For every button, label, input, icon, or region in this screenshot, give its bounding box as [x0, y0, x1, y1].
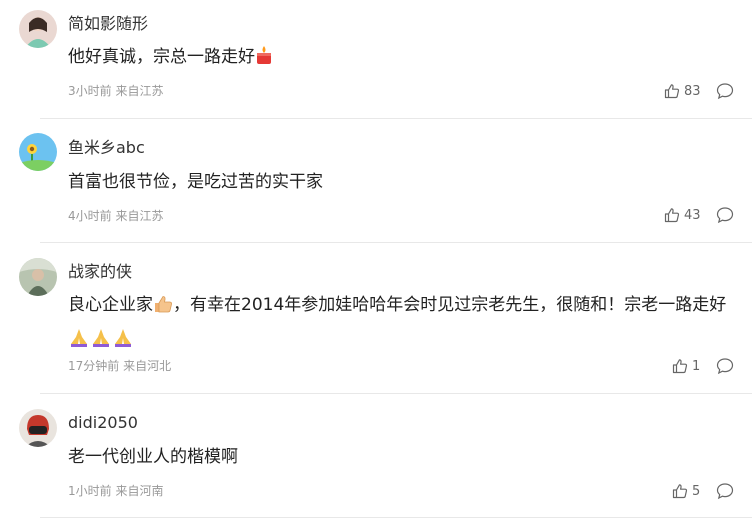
thumbs-up-icon: [664, 84, 680, 99]
thumbs-up-emoji: [153, 293, 173, 324]
comment-meta: 17分钟前 来自河北: [68, 359, 172, 373]
username[interactable]: didi2050: [68, 413, 138, 433]
reply-icon[interactable]: [716, 206, 734, 224]
pray-emoji: [112, 327, 134, 358]
reply-icon[interactable]: [716, 357, 734, 375]
like-count: 1: [692, 358, 701, 374]
like-count: 5: [692, 483, 701, 499]
thumbs-up-icon: [672, 359, 688, 374]
pray-emoji: [90, 327, 112, 358]
comment-text: 老一代创业人的楷模啊: [68, 447, 238, 467]
comment-item: 战家的侠 良心企业家 ，有幸在2014年参加娃哈哈年会时见过宗老先生，很随和！宗老…: [0, 243, 752, 393]
username[interactable]: 战家的侠: [68, 262, 132, 282]
like-button[interactable]: 83: [664, 82, 701, 100]
divider: [40, 517, 752, 518]
pray-emoji: [68, 327, 90, 358]
avatar[interactable]: [19, 409, 57, 447]
comment-item: didi2050 老一代创业人的楷模啊 1小时前 来自河南 5: [0, 394, 752, 519]
comment-meta: 1小时前 来自河南: [68, 484, 164, 498]
avatar[interactable]: [19, 133, 57, 171]
comment-text-part1: 良心企业家: [68, 295, 153, 315]
comment-meta: 3小时前 来自江苏: [68, 84, 164, 98]
avatar[interactable]: [19, 258, 57, 296]
username[interactable]: 鱼米乡abc: [68, 138, 145, 158]
like-count: 43: [684, 207, 701, 223]
avatar[interactable]: [19, 10, 57, 48]
comment-text-part2: ，有幸在2014年参加娃哈哈年会时见过宗老先生，很随和！宗老一路走好: [173, 295, 727, 315]
like-button[interactable]: 5: [672, 482, 700, 500]
comment-item: 简如影随形 他好真诚，宗总一路走好 3小时前 来自江苏 83: [0, 0, 752, 118]
comment-text: 他好真诚，宗总一路走好: [68, 42, 744, 76]
username[interactable]: 简如影随形: [68, 14, 148, 34]
comment-text: 良心企业家 ，有幸在2014年参加娃哈哈年会时见过宗老先生，很随和！宗老一路走好: [68, 290, 744, 358]
like-count: 83: [684, 83, 701, 99]
comment-meta: 4小时前 来自江苏: [68, 209, 164, 223]
thumbs-up-icon: [672, 484, 688, 499]
thumbs-up-icon: [664, 208, 680, 223]
reply-icon[interactable]: [716, 82, 734, 100]
like-button[interactable]: 43: [664, 206, 701, 224]
comment-text-body: 他好真诚，宗总一路走好: [68, 47, 255, 67]
reply-icon[interactable]: [716, 482, 734, 500]
comment-item: 鱼米乡abc 首富也很节俭，是吃过苦的实干家 4小时前 来自江苏 43: [0, 119, 752, 242]
candle-emoji: [255, 45, 273, 76]
like-button[interactable]: 1: [672, 357, 700, 375]
comment-text: 首富也很节俭，是吃过苦的实干家: [68, 172, 323, 192]
